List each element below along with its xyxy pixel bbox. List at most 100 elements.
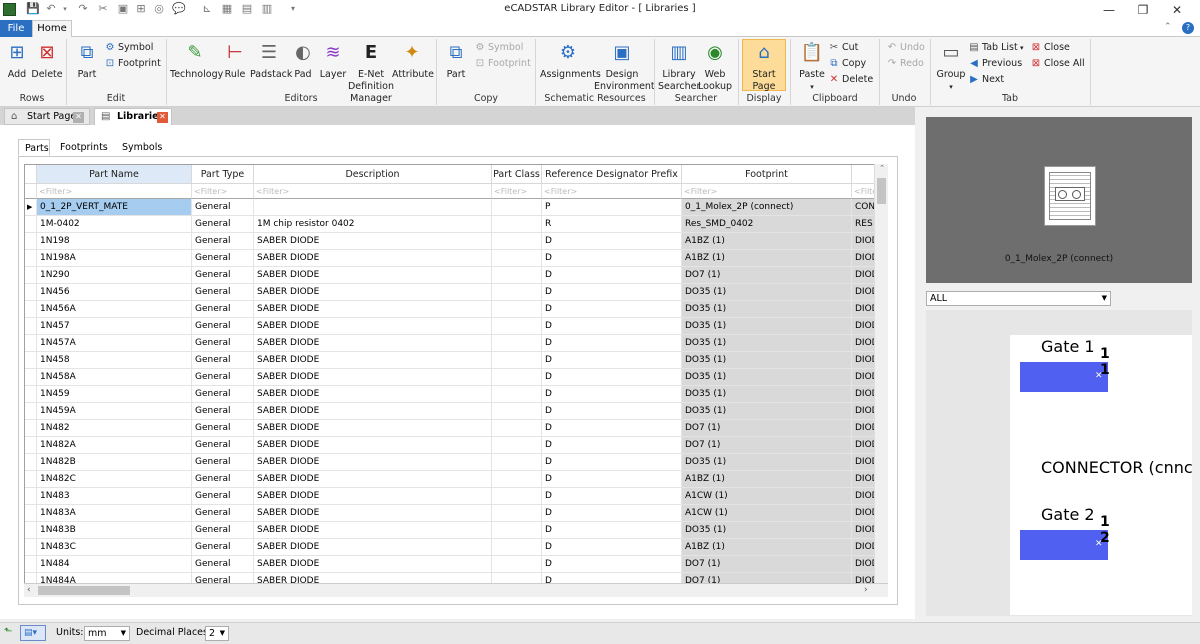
collapse-ribbon-icon[interactable]: ⌃ bbox=[1164, 22, 1172, 32]
grid-cell[interactable]: DO7 (1) bbox=[682, 420, 852, 437]
grid-cell[interactable]: 0_1_Molex_2P (connect) bbox=[682, 199, 852, 216]
table-row[interactable]: 1N482B General SABER DIODE D DO35 (1) DIODE ( bbox=[25, 454, 887, 471]
grid-cell[interactable]: General bbox=[192, 539, 254, 556]
grid-cell[interactable]: DO35 (1) bbox=[682, 284, 852, 301]
grid-cell[interactable]: 1N290 bbox=[37, 267, 192, 284]
column-header[interactable]: Reference Designator Prefix bbox=[542, 165, 682, 184]
edit-symbol-button[interactable]: ⚙ Symbol bbox=[104, 40, 154, 55]
filter-cell[interactable]: <Filter> bbox=[492, 184, 542, 199]
horizontal-scrollbar[interactable]: ‹ › bbox=[24, 583, 888, 597]
grid-cell[interactable]: DO35 (1) bbox=[682, 369, 852, 386]
add-row-button[interactable]: ⊞ Add bbox=[4, 40, 30, 81]
filter-cell[interactable]: <Filter> bbox=[254, 184, 492, 199]
table-row[interactable]: 1N290 General SABER DIODE D DO7 (1) DIODE ( bbox=[25, 267, 887, 284]
vertical-scroll-thumb[interactable] bbox=[877, 178, 886, 204]
grid-cell[interactable] bbox=[492, 267, 542, 284]
grid-cell[interactable]: 1N482B bbox=[37, 454, 192, 471]
grid-cell[interactable]: 1N456 bbox=[37, 284, 192, 301]
grid-cell[interactable] bbox=[254, 199, 492, 216]
grid-cell[interactable]: D bbox=[542, 284, 682, 301]
filter-cell[interactable]: <Filter> bbox=[542, 184, 682, 199]
design-environment-button[interactable]: ▣ Design Environment bbox=[594, 40, 655, 93]
column-header[interactable]: Footprint bbox=[682, 165, 852, 184]
padstack-button[interactable]: ☰ Padstack bbox=[250, 40, 292, 81]
grid-cell[interactable]: DO7 (1) bbox=[682, 437, 852, 454]
gate-filter-select[interactable]: ALL ▼ bbox=[926, 291, 1111, 306]
start-page-doc-tab[interactable]: ⌂ Start Page ✕ bbox=[4, 108, 90, 125]
grid-cell[interactable]: SABER DIODE bbox=[254, 335, 492, 352]
start-page-button[interactable]: ⌂ Start Page bbox=[742, 40, 786, 93]
grid-cell[interactable]: 1M-0402 bbox=[37, 216, 192, 233]
grid-cell[interactable]: D bbox=[542, 352, 682, 369]
grid-cell[interactable]: General bbox=[192, 386, 254, 403]
tab-list-button[interactable]: ▤ Tab List ▾ bbox=[968, 40, 1023, 55]
scroll-right-icon[interactable]: › bbox=[864, 585, 868, 595]
grid-cell[interactable]: SABER DIODE bbox=[254, 318, 492, 335]
grid-cell[interactable]: SABER DIODE bbox=[254, 556, 492, 573]
table-row[interactable]: 1N483C General SABER DIODE D A1BZ (1) DIODE ( bbox=[25, 539, 887, 556]
grid-cell[interactable]: General bbox=[192, 216, 254, 233]
filter-cell[interactable]: <Filter> bbox=[192, 184, 254, 199]
grid-cell[interactable]: General bbox=[192, 250, 254, 267]
grid-cell[interactable]: General bbox=[192, 522, 254, 539]
paste-button[interactable]: 📋 Paste ▾ bbox=[796, 40, 828, 93]
table-row[interactable]: 1N459A General SABER DIODE D DO35 (1) DIODE ( bbox=[25, 403, 887, 420]
tab-parts[interactable]: Parts bbox=[18, 139, 50, 156]
grid-cell[interactable]: 1N484 bbox=[37, 556, 192, 573]
grid-cell[interactable]: General bbox=[192, 471, 254, 488]
grid-cell[interactable]: General bbox=[192, 267, 254, 284]
grid-cell[interactable]: SABER DIODE bbox=[254, 539, 492, 556]
grid-cell[interactable]: General bbox=[192, 233, 254, 250]
grid-cell[interactable]: SABER DIODE bbox=[254, 505, 492, 522]
grid-cell[interactable]: D bbox=[542, 301, 682, 318]
grid-cell[interactable]: SABER DIODE bbox=[254, 488, 492, 505]
home-tab[interactable]: Home bbox=[32, 20, 72, 38]
grid-cell[interactable] bbox=[492, 420, 542, 437]
grid-cell[interactable]: SABER DIODE bbox=[254, 369, 492, 386]
grid-cell[interactable]: SABER DIODE bbox=[254, 403, 492, 420]
column-header[interactable]: Part Name bbox=[37, 165, 192, 184]
pad-button[interactable]: ◐ Pad bbox=[290, 40, 316, 81]
grid-cell[interactable]: General bbox=[192, 403, 254, 420]
web-lookup-button[interactable]: ◉ Web Lookup bbox=[698, 40, 732, 93]
table-row[interactable]: 1N484 General SABER DIODE D DO7 (1) DIODE ( bbox=[25, 556, 887, 573]
table-row[interactable]: 1N458A General SABER DIODE D DO35 (1) DIODE ( bbox=[25, 369, 887, 386]
grid-cell[interactable] bbox=[492, 318, 542, 335]
grid-cell[interactable] bbox=[492, 233, 542, 250]
status-tool-icon[interactable]: ⬑ bbox=[4, 626, 17, 639]
table-row[interactable]: 1N483B General SABER DIODE D DO35 (1) DIODE ( bbox=[25, 522, 887, 539]
grid-cell[interactable] bbox=[492, 471, 542, 488]
grid-cell[interactable]: 1N483C bbox=[37, 539, 192, 556]
grid-cell[interactable]: SABER DIODE bbox=[254, 352, 492, 369]
copy-part-button[interactable]: ⧉ Part bbox=[443, 40, 469, 81]
grid-cell[interactable]: General bbox=[192, 352, 254, 369]
undo-button[interactable]: ↶ Undo bbox=[886, 40, 925, 55]
table-row[interactable]: 1N482C General SABER DIODE D A1BZ (1) DIODE ( bbox=[25, 471, 887, 488]
tab-footprints[interactable]: Footprints bbox=[54, 139, 110, 156]
scroll-up-icon[interactable]: ⌃ bbox=[876, 164, 888, 174]
redo-button[interactable]: ↷ Redo bbox=[886, 56, 924, 71]
table-row[interactable]: 1M-0402 General 1M chip resistor 0402 R Res_… bbox=[25, 216, 887, 233]
grid-cell[interactable]: SABER DIODE bbox=[254, 301, 492, 318]
assignments-button[interactable]: ⚙ Assignments bbox=[540, 40, 601, 81]
grid-cell[interactable]: D bbox=[542, 471, 682, 488]
column-header[interactable]: Description bbox=[254, 165, 492, 184]
grid-cell[interactable]: 1N483A bbox=[37, 505, 192, 522]
grid-cell[interactable]: D bbox=[542, 369, 682, 386]
grid-cell[interactable]: 0_1_2P_VERT_MATE bbox=[37, 199, 192, 216]
grid-cell[interactable]: A1CW (1) bbox=[682, 505, 852, 522]
decimal-places-select[interactable]: 2 ▼ bbox=[205, 626, 229, 641]
edit-footprint-button[interactable]: ⊡ Footprint bbox=[104, 56, 161, 71]
edit-part-button[interactable]: ⧉ Part bbox=[74, 40, 100, 81]
grid-cell[interactable]: 1N482 bbox=[37, 420, 192, 437]
next-tab-button[interactable]: ▶ Next bbox=[968, 72, 1004, 87]
grid-cell[interactable] bbox=[492, 488, 542, 505]
grid-cell[interactable]: A1CW (1) bbox=[682, 488, 852, 505]
grid-cell[interactable]: SABER DIODE bbox=[254, 267, 492, 284]
scroll-left-icon[interactable]: ‹ bbox=[27, 585, 31, 595]
grid-cell[interactable] bbox=[492, 539, 542, 556]
grid-cell[interactable]: General bbox=[192, 437, 254, 454]
grid-cell[interactable] bbox=[492, 216, 542, 233]
column-header[interactable]: Part Type bbox=[192, 165, 254, 184]
grid-cell[interactable]: DO35 (1) bbox=[682, 403, 852, 420]
